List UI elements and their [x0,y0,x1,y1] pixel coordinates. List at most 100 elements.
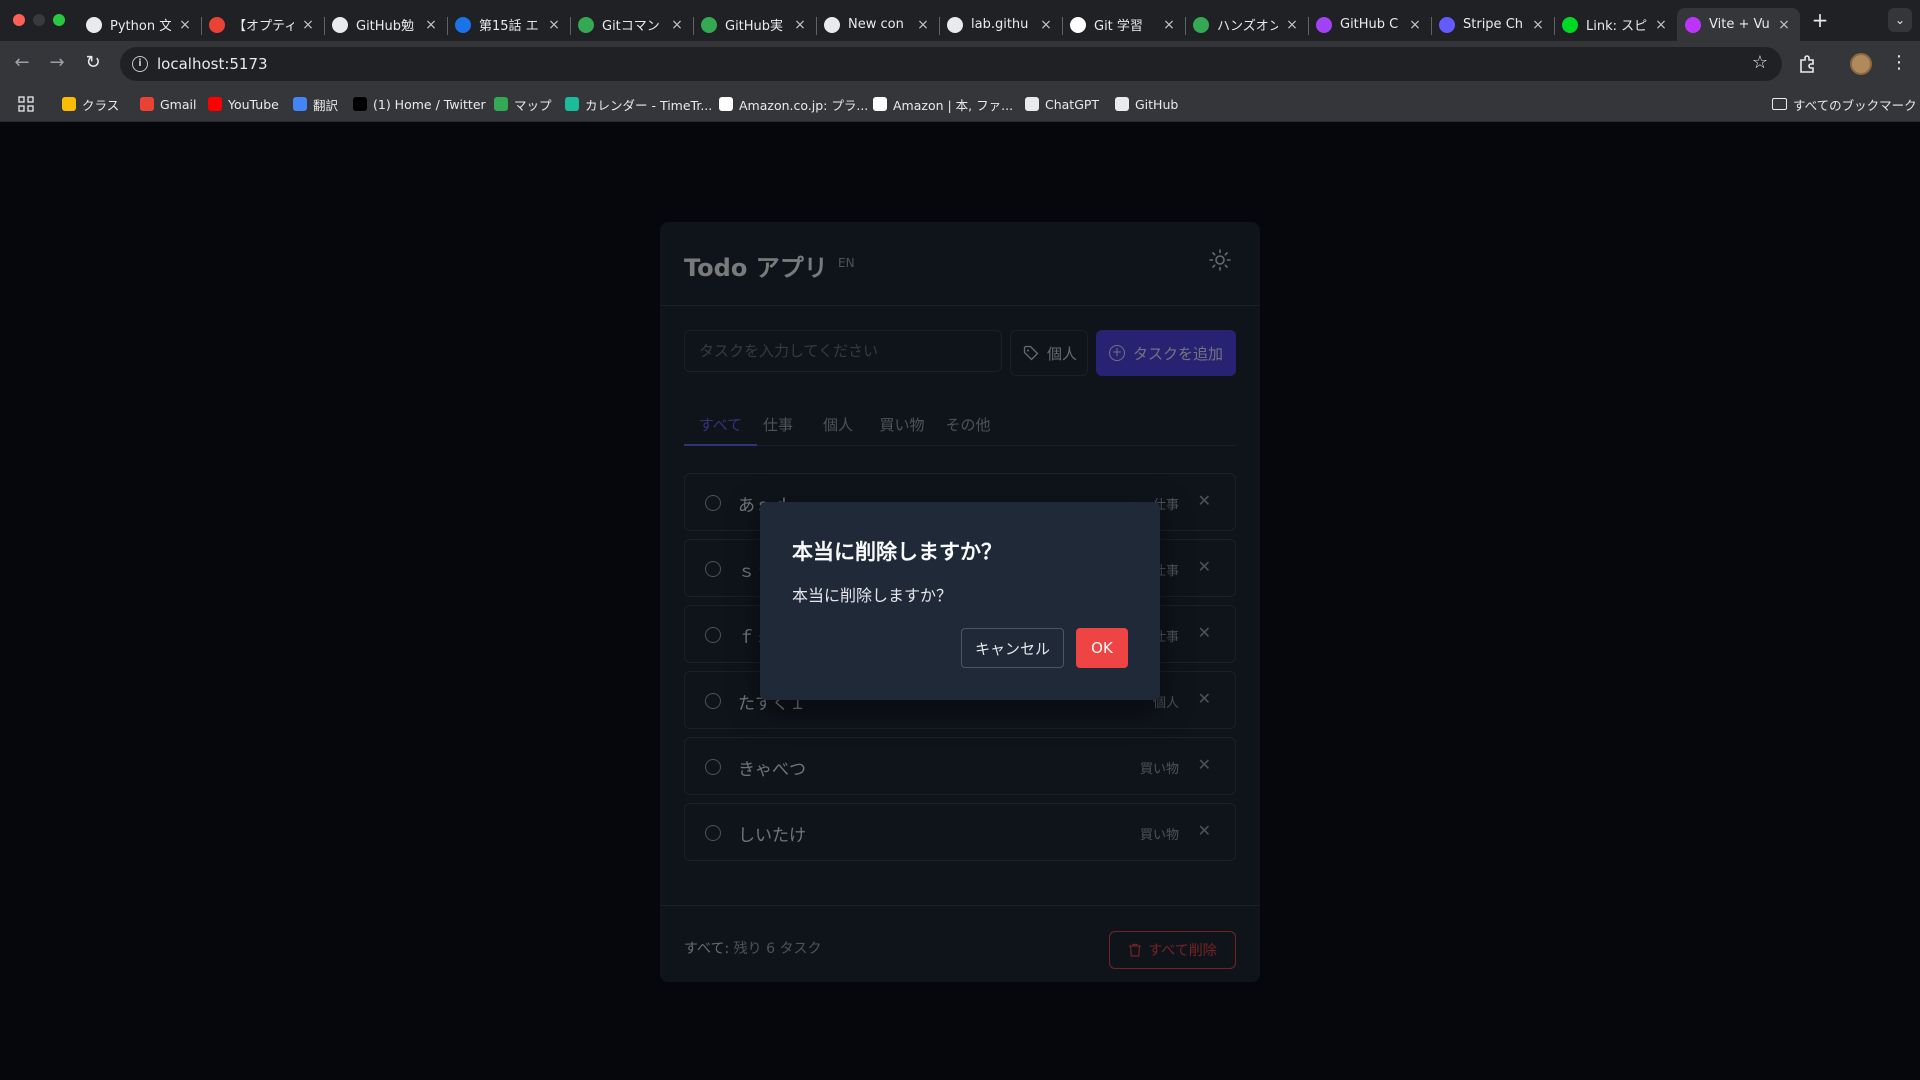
browser-tab[interactable]: GitHub勉 × [324,8,447,41]
close-tab-icon[interactable]: × [1530,17,1546,33]
green-icon [1193,16,1209,33]
cancel-button[interactable]: キャンセル [961,628,1064,668]
bookmark-favicon-icon [208,97,222,111]
browser-tab[interactable]: Gitコマン × [570,8,693,41]
bookmark-item[interactable]: Amazon.co.jp: プラ... [719,86,868,122]
url-text[interactable]: localhost:5173 [157,55,268,73]
close-tab-icon[interactable]: × [546,17,562,33]
apps-grid-icon[interactable] [18,96,34,112]
bookmark-item[interactable]: YouTube [208,86,279,122]
it-icon [455,16,471,33]
extensions-icon[interactable] [1796,52,1820,76]
bookmark-item[interactable]: Amazon | 本, ファ... [873,86,1013,122]
tab-separator [693,17,694,35]
all-bookmarks-folder[interactable]: すべてのブックマーク [1772,86,1917,122]
stripe-icon [1439,16,1455,33]
close-tab-icon[interactable]: × [1038,17,1054,33]
bookmark-star-icon[interactable]: ☆ [1752,52,1768,73]
close-tab-icon[interactable]: × [423,17,439,33]
browser-tab[interactable]: Git 学習 × [1062,8,1185,41]
tab-separator [1308,17,1309,35]
bookmark-favicon-icon [62,97,76,111]
bookmark-favicon-icon [565,97,579,111]
tab-title: GitHub実 [725,19,784,34]
confirm-dialog: 本当に削除しますか？ 本当に削除しますか？ キャンセル OK [760,502,1160,700]
tab-separator [1185,17,1186,35]
tab-strip: Python 文 × 【オプティ × GitHub勉 × 第15話 エ × Gitコマン × Git… [78,4,1800,41]
new-tab-button[interactable]: + [1808,8,1832,32]
bookmark-item[interactable]: (1) Home / Twitter [353,86,486,122]
ok-button[interactable]: OK [1076,628,1128,668]
close-tab-icon[interactable]: × [1284,17,1300,33]
browser-tab[interactable]: 第15話 エ × [447,8,570,41]
bookmark-item[interactable]: マップ [494,86,552,122]
bookmark-item[interactable]: 翻訳 [293,86,338,122]
browser-tab-bar: Python 文 × 【オプティ × GitHub勉 × 第15話 エ × Gitコマン × Git… [0,0,1920,41]
bookmark-label: ChatGPT [1045,96,1100,112]
close-window-button[interactable] [13,14,25,26]
browser-tab[interactable]: Python 文 × [78,8,201,41]
tab-separator [939,17,940,35]
site-info-icon[interactable]: i [132,56,148,72]
tab-separator [816,17,817,35]
close-tab-icon[interactable]: × [1653,17,1669,33]
zoom-window-button[interactable] [53,14,65,26]
tab-title: 第15話 エ [479,19,539,34]
tab-title: lab.githu [971,17,1029,32]
close-tab-icon[interactable]: × [792,17,808,33]
browser-tab[interactable]: Link: スピ × [1554,8,1677,41]
reload-icon[interactable]: ↻ [81,51,105,75]
bookmark-label: (1) Home / Twitter [373,96,486,112]
bookmark-favicon-icon [873,97,887,111]
browser-tab[interactable]: Stripe Ch × [1431,8,1554,41]
minimize-window-button[interactable] [33,14,45,26]
bookmark-favicon-icon [140,97,154,111]
bookmark-item[interactable]: ChatGPT [1025,86,1099,122]
close-tab-icon[interactable]: × [1407,17,1423,33]
browser-tab[interactable]: GitHub実 × [693,8,816,41]
tab-title: ハンズオン [1217,19,1278,34]
close-tab-icon[interactable]: × [300,17,316,33]
green-icon [578,16,594,33]
tab-separator [1062,17,1063,35]
bookmark-item[interactable]: GitHub [1115,86,1178,122]
bookmark-item[interactable]: カレンダー - TimeTr... [565,86,712,122]
browser-tab[interactable]: lab.githu × [939,8,1062,41]
bookmarks-bar: クラス Gmail YouTube 翻訳 (1) Home / Twitter マップ カレ… [0,86,1920,122]
close-tab-icon[interactable]: × [177,17,193,33]
bookmark-item[interactable]: クラス [62,86,119,122]
green-icon [701,16,717,33]
tab-separator [201,17,202,35]
tab-separator [1554,17,1555,35]
back-icon[interactable]: ← [10,51,34,75]
all-bookmarks-label: すべてのブックマーク [1793,97,1917,113]
p-icon [1070,16,1086,33]
copilot-icon [824,16,840,33]
bookmark-favicon-icon [1025,97,1039,111]
profile-avatar[interactable] [1850,53,1872,75]
bookmark-favicon-icon [719,97,733,111]
close-tab-icon[interactable]: × [669,17,685,33]
globe-icon [947,16,963,33]
browser-tab[interactable]: Vite + Vu × [1677,8,1800,41]
tab-title: Link: スピ [1586,19,1647,34]
browser-tab[interactable]: GitHub C × [1308,8,1431,41]
browser-tab[interactable]: New con × [816,8,939,41]
vite-icon [1685,16,1701,33]
browser-tab[interactable]: 【オプティ × [201,8,324,41]
tab-title: GitHub C [1340,17,1399,32]
bookmark-item[interactable]: Gmail [140,86,196,122]
browser-menu-icon[interactable]: ⋮ [1890,51,1908,75]
forward-icon[interactable]: → [45,51,69,75]
tab-title: Stripe Ch [1463,17,1524,32]
close-tab-icon[interactable]: × [1776,17,1792,33]
tab-separator [570,17,571,35]
close-tab-icon[interactable]: × [915,17,931,33]
close-tab-icon[interactable]: × [1161,17,1177,33]
browser-tab[interactable]: ハンズオン × [1185,8,1308,41]
bookmark-label: Amazon.co.jp: プラ... [739,97,869,113]
address-bar[interactable]: i localhost:5173 ☆ [120,47,1782,81]
github-icon [86,16,102,33]
tab-search-button[interactable]: ⌄ [1888,8,1912,32]
bookmark-favicon-icon [494,97,508,111]
